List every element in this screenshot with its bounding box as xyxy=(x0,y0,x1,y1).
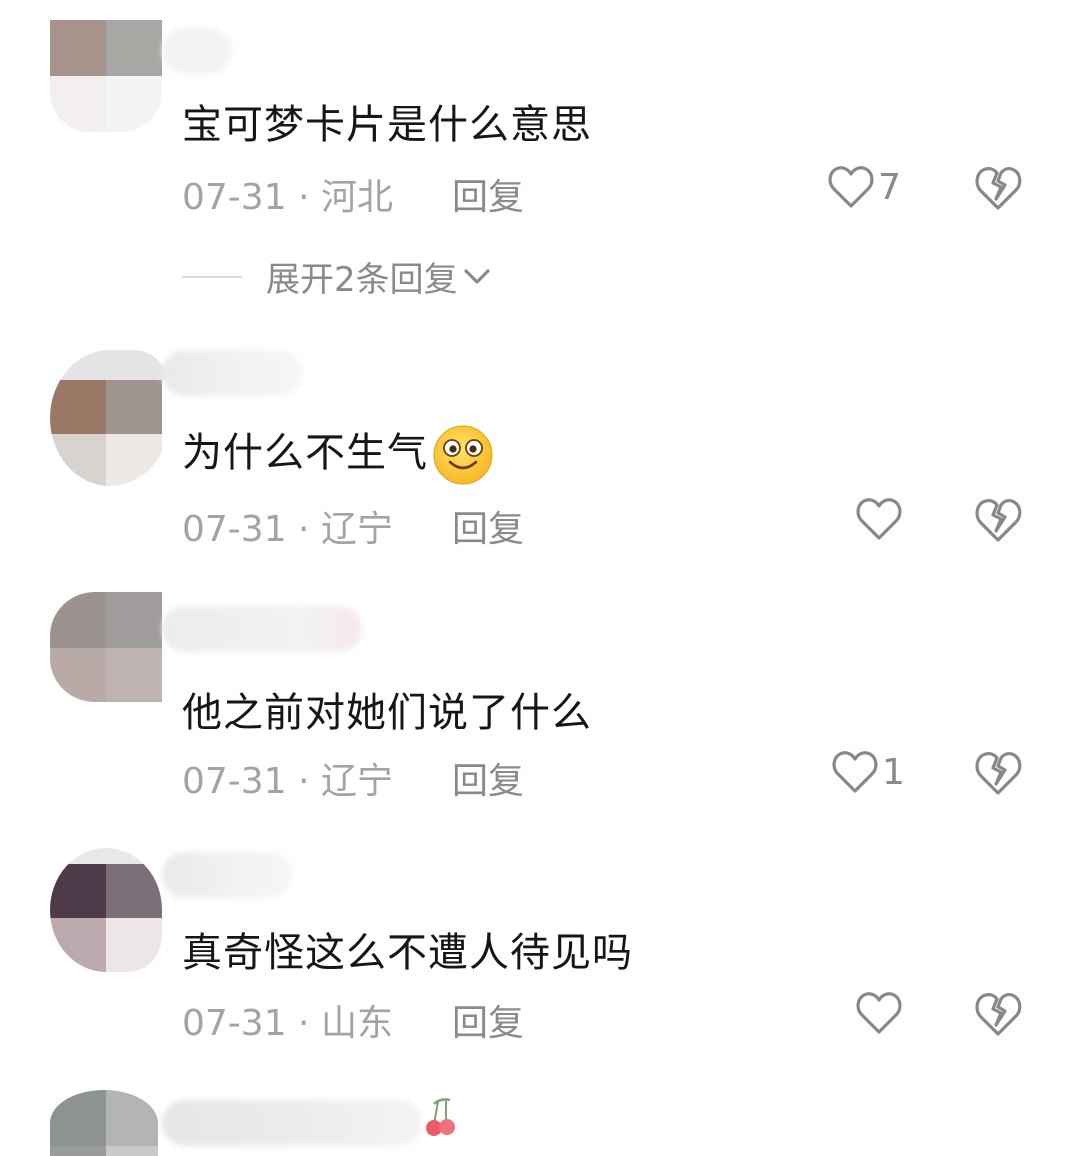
comment-date: 07-31 xyxy=(182,761,287,802)
reply-button[interactable]: 回复 xyxy=(452,752,524,804)
meta-separator: · xyxy=(286,509,321,550)
like-count: 7 xyxy=(878,166,901,208)
smile-emoji-icon xyxy=(433,425,493,485)
expand-replies-button[interactable]: 展开2条回复 xyxy=(182,252,492,301)
like-button[interactable]: 7 xyxy=(828,165,901,209)
like-button[interactable] xyxy=(856,497,906,541)
comment-text: 真奇怪这么不遭人待见吗 xyxy=(182,930,633,976)
comment-meta: 07-31 · 辽宁 xyxy=(182,500,393,552)
comment-date: 07-31 xyxy=(182,177,287,218)
comment-date: 07-31 xyxy=(182,509,287,550)
like-button[interactable] xyxy=(856,991,906,1035)
comment-text: 他之前对她们说了什么 xyxy=(182,690,592,736)
avatar[interactable] xyxy=(50,592,162,702)
heart-outline-icon xyxy=(832,751,878,793)
broken-heart-icon[interactable] xyxy=(974,750,1022,796)
like-button[interactable]: 1 xyxy=(832,750,905,794)
reply-button[interactable]: 回复 xyxy=(452,168,524,220)
meta-separator: · xyxy=(286,761,321,802)
reply-button[interactable]: 回复 xyxy=(452,994,524,1046)
heart-outline-icon xyxy=(828,166,874,208)
comment-meta: 07-31 · 山东 xyxy=(182,994,393,1046)
username-blurred[interactable] xyxy=(162,1100,422,1146)
expand-replies-label: 展开2条回复 xyxy=(266,260,458,300)
username-blurred[interactable] xyxy=(162,350,302,396)
comment-meta: 07-31 · 辽宁 xyxy=(182,752,393,804)
comment-text-content: 为什么不生气 xyxy=(182,430,428,476)
comment-location: 河北 xyxy=(320,177,393,218)
expand-divider xyxy=(182,275,242,278)
username-blurred[interactable] xyxy=(162,852,292,898)
like-count: 1 xyxy=(882,751,905,793)
cherry-icon xyxy=(426,1098,455,1136)
reply-button[interactable]: 回复 xyxy=(452,500,524,552)
chevron-down-icon xyxy=(464,268,490,284)
username-blurred[interactable] xyxy=(162,606,362,652)
avatar[interactable] xyxy=(50,848,162,972)
comment-location: 辽宁 xyxy=(320,509,393,550)
comment-meta: 07-31 · 河北 xyxy=(182,168,393,220)
avatar[interactable] xyxy=(50,350,170,486)
username-blurred[interactable] xyxy=(162,28,232,74)
broken-heart-icon[interactable] xyxy=(974,497,1022,543)
broken-heart-icon[interactable] xyxy=(974,991,1022,1037)
heart-outline-icon xyxy=(856,498,902,540)
comment-text: 为什么不生气 xyxy=(182,420,494,486)
avatar[interactable] xyxy=(50,20,162,132)
meta-separator: · xyxy=(286,1003,321,1044)
meta-separator: · xyxy=(286,177,321,218)
broken-heart-icon[interactable] xyxy=(974,165,1022,211)
comment-location: 山东 xyxy=(320,1003,393,1044)
comment-text: 宝可梦卡片是什么意思 xyxy=(182,102,592,148)
comment-location: 辽宁 xyxy=(320,761,393,802)
comment-date: 07-31 xyxy=(182,1003,287,1044)
heart-outline-icon xyxy=(856,992,902,1034)
avatar[interactable] xyxy=(50,1090,158,1156)
